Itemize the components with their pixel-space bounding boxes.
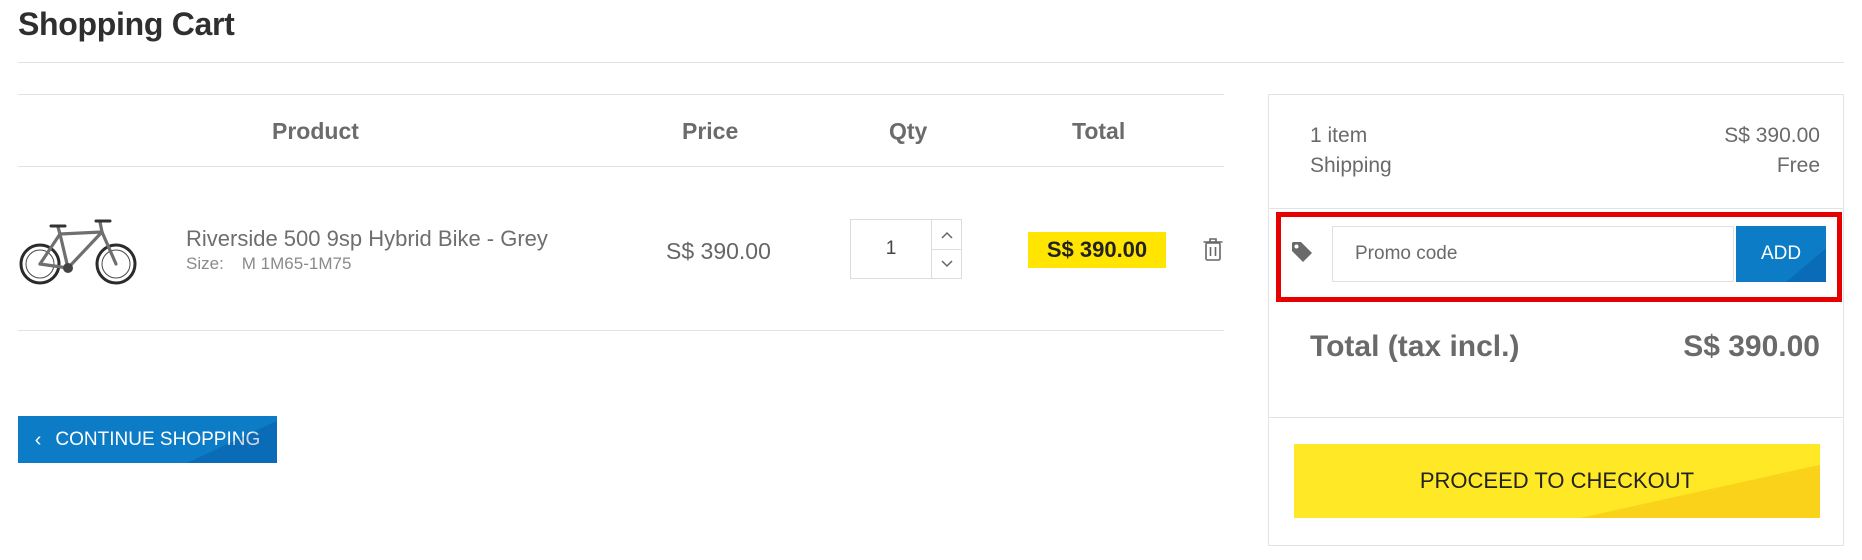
promo-code-input[interactable] — [1332, 226, 1734, 282]
proceed-to-checkout-button[interactable]: PROCEED TO CHECKOUT — [1294, 444, 1820, 518]
product-name[interactable]: Riverside 500 9sp Hybrid Bike - Grey — [186, 226, 548, 252]
summary-divider — [1269, 208, 1843, 209]
trash-icon[interactable] — [1202, 236, 1224, 262]
header-divider — [18, 166, 1224, 167]
tag-icon — [1292, 242, 1312, 262]
checkout-label: PROCEED TO CHECKOUT — [1419, 468, 1695, 493]
grand-total-value: S$ 390.00 — [1683, 330, 1820, 363]
quantity-stepper — [850, 219, 962, 279]
page-title: Shopping Cart — [18, 6, 235, 42]
continue-shopping-button[interactable]: ‹ CONTINUE SHOPPING — [18, 416, 277, 463]
add-promo-button[interactable]: ADD — [1736, 226, 1826, 282]
product-price: S$ 390.00 — [666, 238, 771, 264]
items-subtotal: S$ 390.00 — [1724, 124, 1820, 147]
row-divider — [18, 330, 1224, 331]
quantity-decrease-button[interactable] — [932, 249, 961, 278]
column-header-qty: Qty — [889, 118, 928, 144]
cart-top-divider — [18, 94, 1224, 95]
add-promo-label: ADD — [1760, 243, 1802, 264]
column-header-product: Product — [272, 118, 359, 144]
quantity-increase-button[interactable] — [932, 220, 961, 250]
chevron-up-icon — [940, 231, 953, 239]
product-size-label: Size: — [186, 254, 224, 273]
hybrid-bike-image[interactable] — [18, 212, 138, 288]
chevron-left-icon: ‹ — [34, 428, 42, 451]
grand-total-label: Total (tax incl.) — [1310, 330, 1520, 363]
product-size-value: M 1M65-1M75 — [241, 254, 352, 273]
column-header-total: Total — [1072, 118, 1126, 144]
chevron-down-icon — [940, 259, 953, 267]
items-count: 1 item — [1310, 124, 1368, 147]
title-divider — [18, 62, 1844, 63]
shipping-value: Free — [1776, 154, 1820, 177]
summary-bottom-divider — [1269, 417, 1843, 418]
line-total-badge: S$ 390.00 — [1028, 232, 1166, 268]
quantity-input[interactable] — [851, 220, 932, 278]
column-header-price: Price — [682, 118, 739, 144]
product-size: Size: M 1M65-1M75 — [186, 254, 351, 274]
shipping-label: Shipping — [1310, 154, 1392, 177]
